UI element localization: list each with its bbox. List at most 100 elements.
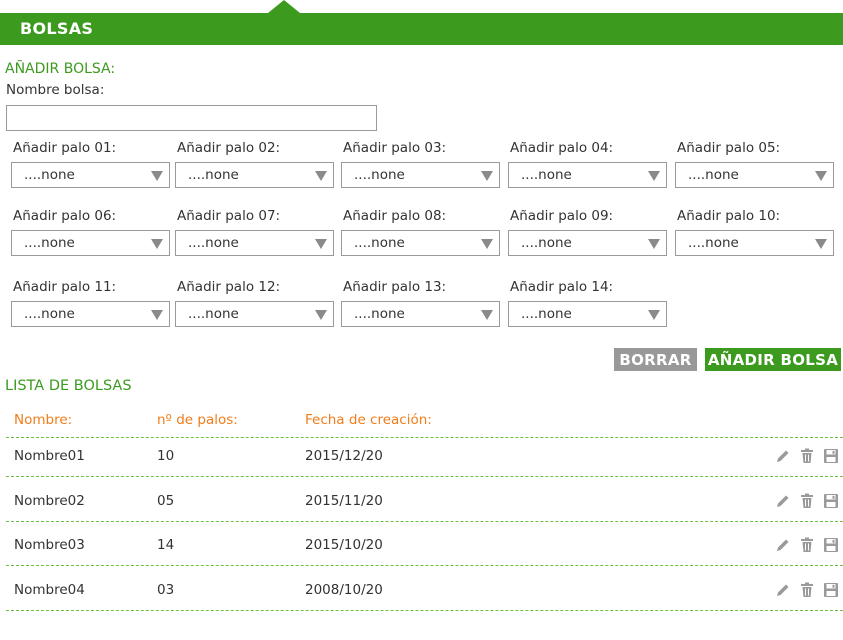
name-input[interactable]: [6, 105, 377, 131]
row-divider: [6, 437, 843, 438]
palo-select-12[interactable]: ....none: [175, 301, 334, 327]
palo-label-9: Añadir palo 09:: [510, 208, 614, 224]
row-name: Nombre04: [14, 582, 85, 598]
dropdown-arrow-icon: [481, 310, 493, 320]
palo-label-12: Añadir palo 12:: [177, 279, 281, 295]
row-actions: [775, 582, 839, 598]
palo-select-value: ....none: [188, 235, 239, 251]
dropdown-arrow-icon: [315, 239, 327, 249]
palo-label-5: Añadir palo 05:: [677, 140, 781, 156]
palo-select-14[interactable]: ....none: [508, 301, 667, 327]
save-icon[interactable]: [823, 537, 839, 553]
palo-label-14: Añadir palo 14:: [510, 279, 614, 295]
header-notch: [268, 0, 300, 13]
trash-icon[interactable]: [799, 537, 815, 553]
table-row: Nombre02 05 2015/11/20: [0, 487, 843, 517]
table-row: Nombre01 10 2015/12/20: [0, 442, 843, 472]
dropdown-arrow-icon: [815, 239, 827, 249]
borrar-button[interactable]: BORRAR: [614, 348, 697, 371]
palo-select-3[interactable]: ....none: [341, 162, 500, 188]
trash-icon[interactable]: [799, 493, 815, 509]
row-date: 2015/12/20: [305, 448, 383, 464]
pencil-icon[interactable]: [775, 493, 791, 509]
palo-select-value: ....none: [354, 167, 405, 183]
palo-select-value: ....none: [521, 167, 572, 183]
palo-label-8: Añadir palo 08:: [343, 208, 447, 224]
dropdown-arrow-icon: [151, 239, 163, 249]
palo-select-5[interactable]: ....none: [675, 162, 834, 188]
palo-select-value: ....none: [24, 235, 75, 251]
row-actions: [775, 537, 839, 553]
trash-icon[interactable]: [799, 448, 815, 464]
palo-select-value: ....none: [354, 235, 405, 251]
palo-select-8[interactable]: ....none: [341, 230, 500, 256]
column-header-name: Nombre:: [14, 412, 73, 428]
pencil-icon[interactable]: [775, 537, 791, 553]
dropdown-arrow-icon: [151, 310, 163, 320]
table-row: Nombre03 14 2015/10/20: [0, 531, 843, 561]
save-icon[interactable]: [823, 582, 839, 598]
palo-select-4[interactable]: ....none: [508, 162, 667, 188]
palo-select-value: ....none: [24, 167, 75, 183]
dropdown-arrow-icon: [648, 239, 660, 249]
trash-icon[interactable]: [799, 582, 815, 598]
dropdown-arrow-icon: [315, 310, 327, 320]
palo-select-value: ....none: [188, 167, 239, 183]
name-label: Nombre bolsa:: [6, 82, 105, 98]
palo-label-2: Añadir palo 02:: [177, 140, 281, 156]
palo-select-value: ....none: [688, 167, 739, 183]
palo-select-6[interactable]: ....none: [11, 230, 170, 256]
palo-select-value: ....none: [354, 306, 405, 322]
pencil-icon[interactable]: [775, 582, 791, 598]
dropdown-arrow-icon: [315, 171, 327, 181]
dropdown-arrow-icon: [648, 171, 660, 181]
row-name: Nombre02: [14, 493, 85, 509]
palo-label-3: Añadir palo 03:: [343, 140, 447, 156]
list-title: LISTA DE BOLSAS: [5, 378, 132, 394]
header-bar: [0, 13, 843, 45]
add-bolsa-button[interactable]: AÑADIR BOLSA: [705, 348, 841, 371]
palo-label-6: Añadir palo 06:: [13, 208, 117, 224]
row-name: Nombre01: [14, 448, 85, 464]
palo-select-9[interactable]: ....none: [508, 230, 667, 256]
palo-select-2[interactable]: ....none: [175, 162, 334, 188]
palo-select-11[interactable]: ....none: [11, 301, 170, 327]
row-divider: [6, 565, 843, 566]
save-icon[interactable]: [823, 448, 839, 464]
row-actions: [775, 448, 839, 464]
row-palos-count: 05: [157, 493, 175, 509]
palo-select-value: ....none: [24, 306, 75, 322]
palo-select-13[interactable]: ....none: [341, 301, 500, 327]
row-divider: [6, 521, 843, 522]
pencil-icon[interactable]: [775, 448, 791, 464]
palo-select-10[interactable]: ....none: [675, 230, 834, 256]
page-title: BOLSAS: [20, 19, 94, 38]
palo-label-1: Añadir palo 01:: [13, 140, 117, 156]
add-form-title: AÑADIR BOLSA:: [5, 61, 116, 77]
palo-select-1[interactable]: ....none: [11, 162, 170, 188]
row-palos-count: 14: [157, 537, 175, 553]
save-icon[interactable]: [823, 493, 839, 509]
dropdown-arrow-icon: [481, 171, 493, 181]
row-date: 2008/10/20: [305, 582, 383, 598]
palo-label-4: Añadir palo 04:: [510, 140, 614, 156]
palo-select-value: ....none: [688, 235, 739, 251]
row-palos-count: 10: [157, 448, 175, 464]
dropdown-arrow-icon: [151, 171, 163, 181]
row-divider: [6, 610, 843, 611]
dropdown-arrow-icon: [648, 310, 660, 320]
dropdown-arrow-icon: [481, 239, 493, 249]
dropdown-arrow-icon: [815, 171, 827, 181]
row-palos-count: 03: [157, 582, 175, 598]
row-divider: [6, 476, 843, 477]
palo-select-7[interactable]: ....none: [175, 230, 334, 256]
palo-label-13: Añadir palo 13:: [343, 279, 447, 295]
palo-select-value: ....none: [521, 306, 572, 322]
column-header-palos: nº de palos:: [157, 412, 238, 428]
row-actions: [775, 493, 839, 509]
row-date: 2015/11/20: [305, 493, 383, 509]
row-date: 2015/10/20: [305, 537, 383, 553]
column-header-date: Fecha de creación:: [305, 412, 432, 428]
palo-select-value: ....none: [188, 306, 239, 322]
palo-select-value: ....none: [521, 235, 572, 251]
